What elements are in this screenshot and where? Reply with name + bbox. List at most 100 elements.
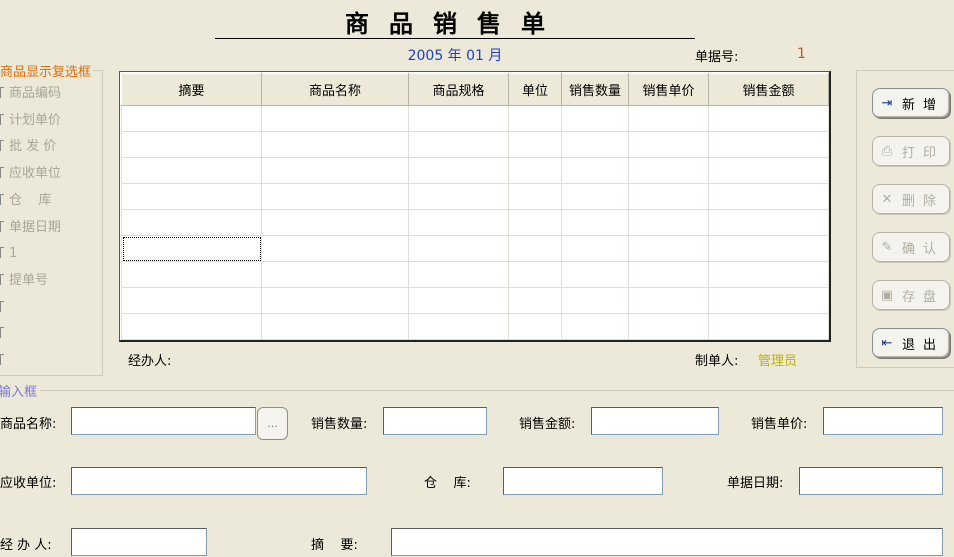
checkbox-item[interactable] xyxy=(0,351,9,371)
column-header[interactable]: 商品名称 xyxy=(261,73,409,106)
table-cell[interactable] xyxy=(708,313,829,340)
table-cell[interactable] xyxy=(261,183,409,210)
table-cell[interactable] xyxy=(628,131,709,158)
sales-amount-input[interactable] xyxy=(591,407,719,435)
table-cell[interactable] xyxy=(708,287,829,314)
table-cell[interactable] xyxy=(261,105,409,132)
table-cell[interactable] xyxy=(628,235,709,262)
table-cell[interactable] xyxy=(261,235,409,262)
delete-button[interactable]: ✕ 删除 xyxy=(872,184,950,214)
table-cell[interactable] xyxy=(261,313,409,340)
table-cell[interactable] xyxy=(561,131,629,158)
table-row[interactable] xyxy=(121,261,829,288)
table-cell[interactable] xyxy=(508,157,562,184)
table-cell[interactable] xyxy=(408,261,509,288)
checkbox-item[interactable]: 1 xyxy=(0,244,17,264)
table-cell[interactable] xyxy=(261,287,409,314)
checkbox-item[interactable]: 提单号 xyxy=(0,271,48,291)
table-cell[interactable] xyxy=(561,235,629,262)
checkbox-item[interactable]: 商品编码 xyxy=(0,84,61,104)
table-cell[interactable] xyxy=(121,209,262,236)
doc-date-input[interactable] xyxy=(799,467,943,495)
table-row[interactable] xyxy=(121,235,829,262)
column-header[interactable]: 摘要 xyxy=(121,73,262,106)
warehouse-input[interactable] xyxy=(503,467,663,495)
receivable-input[interactable] xyxy=(71,467,367,495)
summary-input[interactable] xyxy=(391,528,943,556)
checkbox-icon[interactable] xyxy=(0,220,4,232)
browse-product-button[interactable]: ... xyxy=(257,407,288,440)
checkbox-item[interactable] xyxy=(0,298,9,318)
checkbox-icon[interactable] xyxy=(0,140,4,152)
column-header[interactable]: 销售单价 xyxy=(628,73,709,106)
save-button[interactable]: ▣ 存盘 xyxy=(872,280,950,310)
table-cell[interactable] xyxy=(508,261,562,288)
checkbox-icon[interactable] xyxy=(0,247,4,259)
table-cell[interactable] xyxy=(508,313,562,340)
checkbox-item[interactable]: 仓 库 xyxy=(0,191,52,211)
table-cell[interactable] xyxy=(561,105,629,132)
column-header[interactable]: 销售数量 xyxy=(561,73,629,106)
table-cell[interactable] xyxy=(121,235,262,262)
checkbox-item[interactable]: 单据日期 xyxy=(0,218,61,238)
checkbox-item[interactable]: 应收单位 xyxy=(0,164,61,184)
checkbox-icon[interactable] xyxy=(0,87,4,98)
table-cell[interactable] xyxy=(508,209,562,236)
table-cell[interactable] xyxy=(561,183,629,210)
table-cell[interactable] xyxy=(628,287,709,314)
table-cell[interactable] xyxy=(708,235,829,262)
table-cell[interactable] xyxy=(408,105,509,132)
column-header[interactable]: 单位 xyxy=(508,73,562,106)
table-cell[interactable] xyxy=(628,261,709,288)
table-cell[interactable] xyxy=(628,313,709,340)
table-cell[interactable] xyxy=(561,287,629,314)
checkbox-item[interactable]: 计划单价 xyxy=(0,111,61,131)
table-cell[interactable] xyxy=(408,235,509,262)
table-cell[interactable] xyxy=(121,261,262,288)
table-cell[interactable] xyxy=(508,105,562,132)
table-cell[interactable] xyxy=(261,209,409,236)
table-row[interactable] xyxy=(121,313,829,340)
table-row[interactable] xyxy=(121,183,829,210)
table-cell[interactable] xyxy=(561,157,629,184)
table-cell[interactable] xyxy=(708,105,829,132)
checkbox-icon[interactable] xyxy=(0,327,4,339)
table-cell[interactable] xyxy=(508,131,562,158)
table-row[interactable] xyxy=(121,209,829,236)
table-cell[interactable] xyxy=(708,261,829,288)
table-cell[interactable] xyxy=(561,313,629,340)
table-cell[interactable] xyxy=(121,183,262,210)
table-cell[interactable] xyxy=(561,261,629,288)
table-cell[interactable] xyxy=(628,209,709,236)
checkbox-icon[interactable] xyxy=(0,273,4,285)
checkbox-icon[interactable] xyxy=(0,167,4,179)
table-cell[interactable] xyxy=(408,313,509,340)
checkbox-item[interactable]: 批 发 价 xyxy=(0,137,56,157)
table-cell[interactable] xyxy=(708,209,829,236)
new-button[interactable]: ⇥ 新增 xyxy=(872,88,950,118)
checkbox-icon[interactable] xyxy=(0,354,4,365)
table-row[interactable] xyxy=(121,287,829,314)
table-cell[interactable] xyxy=(121,105,262,132)
table-cell[interactable] xyxy=(628,183,709,210)
table-cell[interactable] xyxy=(261,157,409,184)
table-row[interactable] xyxy=(121,157,829,184)
table-cell[interactable] xyxy=(261,131,409,158)
print-button[interactable]: ⎙ 打印 xyxy=(872,136,950,166)
table-cell[interactable] xyxy=(708,183,829,210)
table-cell[interactable] xyxy=(508,287,562,314)
table-cell[interactable] xyxy=(261,261,409,288)
table-row[interactable] xyxy=(121,105,829,132)
column-header[interactable]: 销售金额 xyxy=(708,73,829,106)
table-cell[interactable] xyxy=(508,235,562,262)
table-cell[interactable] xyxy=(121,131,262,158)
table-cell[interactable] xyxy=(408,287,509,314)
table-cell[interactable] xyxy=(408,131,509,158)
checkbox-item[interactable] xyxy=(0,324,9,344)
table-cell[interactable] xyxy=(408,209,509,236)
exit-button[interactable]: ⇤ 退出 xyxy=(872,328,950,358)
product-name-input[interactable] xyxy=(71,407,256,435)
table-cell[interactable] xyxy=(508,183,562,210)
table-cell[interactable] xyxy=(708,131,829,158)
table-cell[interactable] xyxy=(408,157,509,184)
